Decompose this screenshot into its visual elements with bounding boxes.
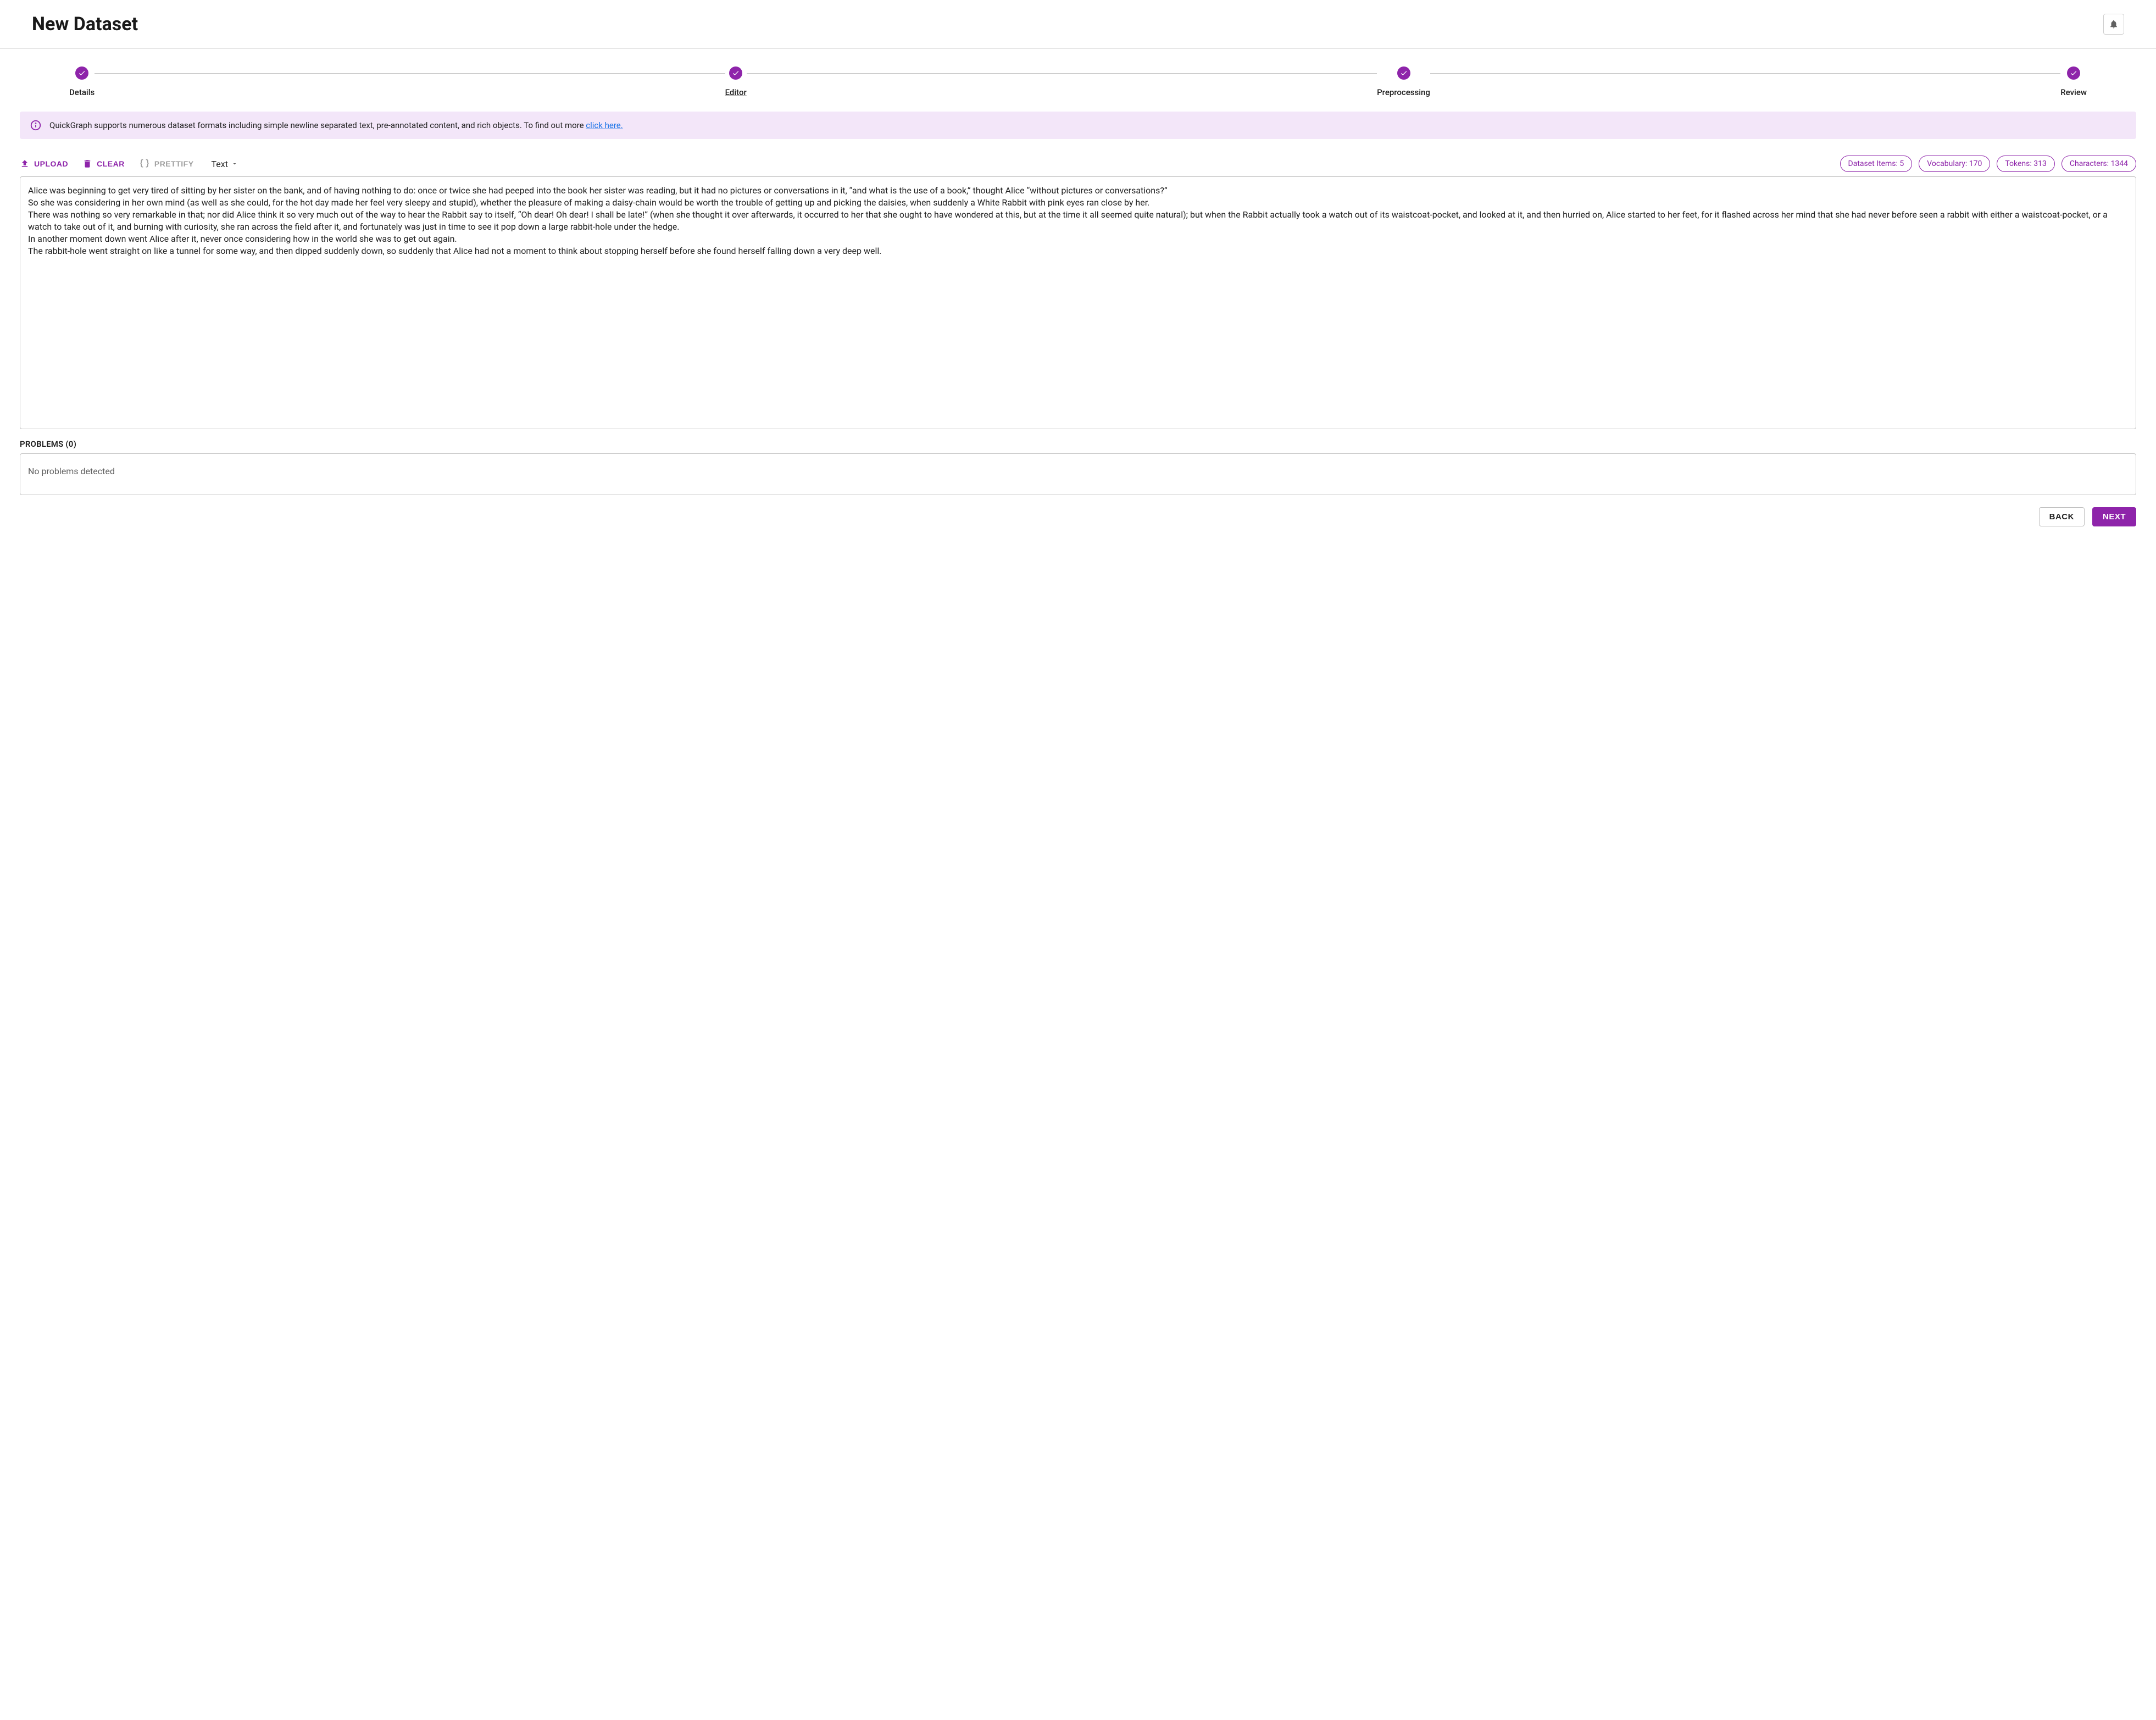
- step-label: Preprocessing: [1377, 87, 1430, 97]
- next-button[interactable]: NEXT: [2092, 507, 2136, 526]
- braces-icon: [139, 158, 150, 169]
- chip-dataset-items: Dataset Items: 5: [1840, 156, 1913, 172]
- chevron-down-icon: [231, 160, 238, 167]
- format-select[interactable]: Text: [212, 159, 238, 169]
- step-label: Editor: [725, 87, 747, 97]
- back-button[interactable]: BACK: [2039, 507, 2085, 526]
- format-label: Text: [212, 159, 228, 169]
- step-editor[interactable]: Editor: [725, 66, 747, 97]
- upload-label: UPLOAD: [34, 159, 68, 168]
- chip-tokens: Tokens: 313: [1997, 156, 2054, 172]
- step-preprocessing[interactable]: Preprocessing: [1377, 66, 1430, 97]
- step-connector: [95, 73, 725, 74]
- upload-icon: [20, 159, 30, 169]
- trash-icon: [82, 159, 92, 169]
- info-text: QuickGraph supports numerous dataset for…: [49, 120, 623, 130]
- problems-box: No problems detected: [20, 453, 2136, 495]
- prettify-button: PRETTIFY: [139, 158, 194, 169]
- step-connector: [1430, 73, 2060, 74]
- check-icon: [729, 66, 742, 80]
- check-icon: [1397, 66, 1410, 80]
- step-label: Details: [69, 87, 95, 97]
- upload-button[interactable]: UPLOAD: [20, 159, 68, 169]
- clear-label: CLEAR: [97, 159, 125, 168]
- step-label: Review: [2060, 87, 2087, 97]
- prettify-label: PRETTIFY: [154, 159, 194, 168]
- info-banner: QuickGraph supports numerous dataset for…: [20, 112, 2136, 139]
- bell-icon: [2109, 19, 2119, 29]
- toolbar-left: UPLOAD CLEAR PRETTIFY Text: [20, 158, 238, 169]
- info-icon: [30, 119, 42, 131]
- header-bar: New Dataset: [0, 0, 2156, 49]
- step-review[interactable]: Review: [2060, 66, 2087, 97]
- chip-vocabulary: Vocabulary: 170: [1919, 156, 1990, 172]
- info-link[interactable]: click here.: [586, 120, 623, 130]
- problems-label: PROBLEMS (0): [20, 439, 2136, 449]
- info-message: QuickGraph supports numerous dataset for…: [49, 120, 586, 130]
- footer-buttons: BACK NEXT: [20, 507, 2136, 526]
- chip-characters: Characters: 1344: [2061, 156, 2136, 172]
- step-details[interactable]: Details: [69, 66, 95, 97]
- editor-textarea[interactable]: Alice was beginning to get very tired of…: [20, 176, 2136, 429]
- check-icon: [75, 66, 88, 80]
- problems-empty: No problems detected: [28, 466, 115, 476]
- page-title: New Dataset: [32, 13, 138, 35]
- check-icon: [2067, 66, 2080, 80]
- toolbar: UPLOAD CLEAR PRETTIFY Text: [20, 156, 2136, 172]
- stats-chips: Dataset Items: 5 Vocabulary: 170 Tokens:…: [1840, 156, 2136, 172]
- step-connector: [747, 73, 1377, 74]
- clear-button[interactable]: CLEAR: [82, 159, 125, 169]
- stepper: Details Editor Preprocessing Review: [20, 60, 2136, 112]
- notifications-button[interactable]: [2103, 14, 2124, 35]
